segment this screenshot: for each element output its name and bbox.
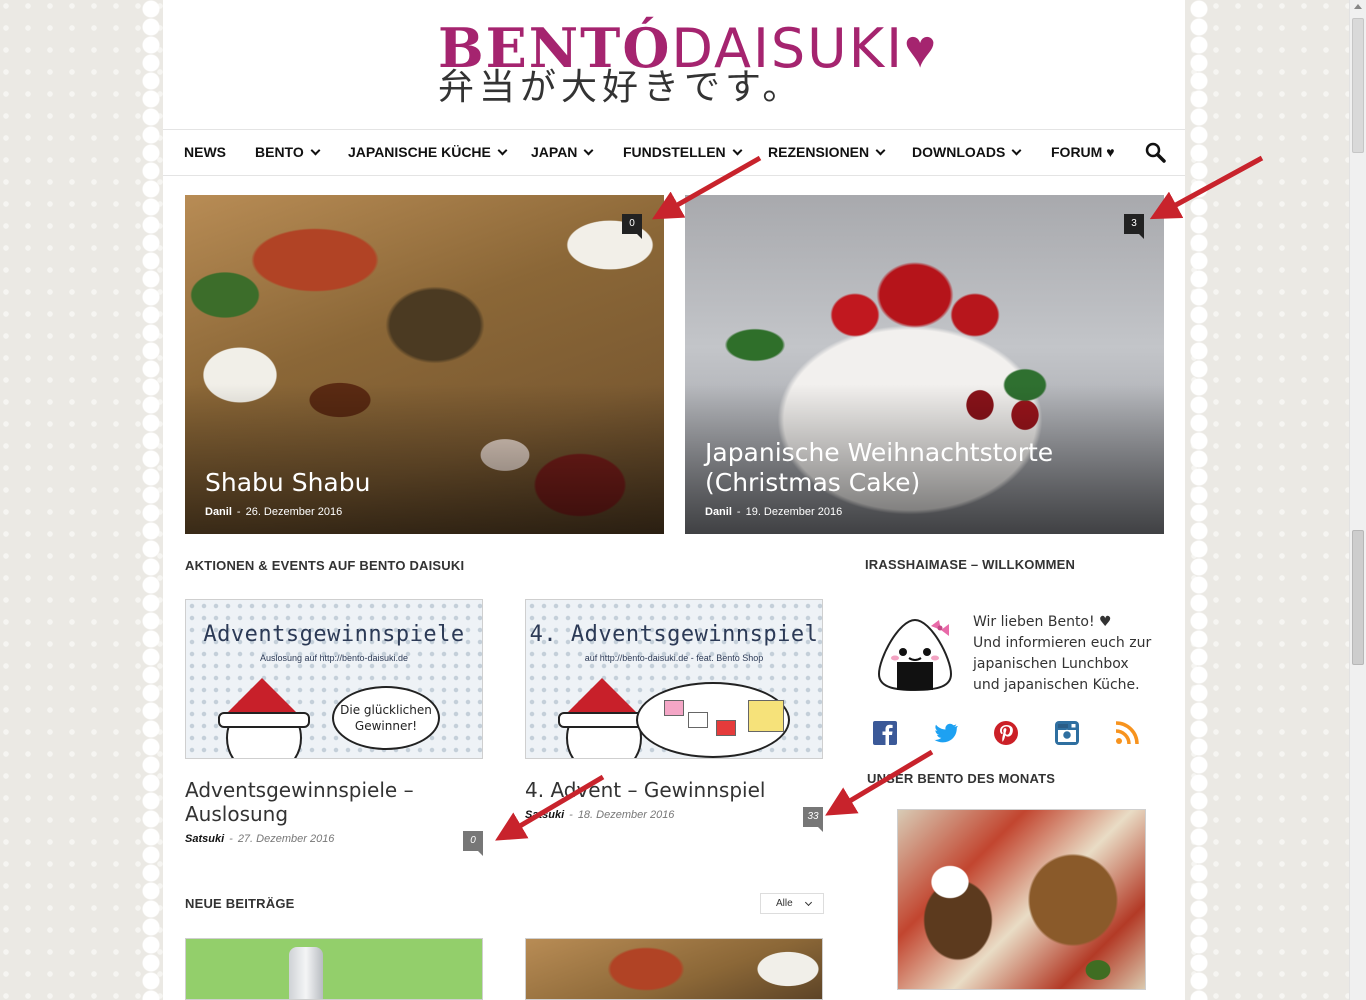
comment-count-badge[interactable]: 3 [1124,214,1144,239]
nav-japanische-kueche[interactable]: JAPANISCHE KÜCHE [348,130,508,175]
site-logo[interactable]: BENTÓDAISUKI♥ 弁当が大好きです。 [438,18,936,110]
welcome-text: Wir lieben Bento! ♥ Und informieren euch… [973,612,1173,696]
new-posts-heading: NEUE BEITRÄGE [185,896,295,911]
thumb-subheading: auf http://bento-daisuki.de - feat. Bent… [584,653,764,663]
event-thumb-auslosung[interactable]: Adventsgewinnspiele Auslosung auf http:/… [185,599,483,759]
nav-bento-label: BENTO [255,144,304,160]
comment-count: 3 [1131,218,1137,229]
gift-illustration [748,700,784,732]
chevron-down-icon [804,898,813,907]
post-author[interactable]: Danil [205,506,232,518]
page-content: BENTÓDAISUKI♥ 弁当が大好きです。 NEWS BENTO JAPAN… [163,0,1185,1000]
featured-meta: Danil -26. Dezember 2016 [205,506,342,518]
post-author[interactable]: Satsuki [185,833,224,845]
event-meta: Satsuki -18. Dezember 2016 [525,809,674,821]
nav-japanische-kueche-label: JAPANISCHE KÜCHE [348,144,491,160]
chevron-down-icon [1011,145,1022,156]
featured-post-shabu-shabu[interactable]: 0 Shabu Shabu Danil -26. Dezember 2016 [185,195,664,534]
bento-of-month-heading: UNSER BENTO DES MONATS [867,771,1056,786]
welcome-line: Und informieren euch zur [973,635,1152,651]
featured-meta: Danil -19. Dezember 2016 [705,506,842,518]
post-date: 27. Dezember 2016 [237,833,335,845]
thumb-heading: Adventsgewinnspiele [203,622,465,647]
welcome-line: und japanischen Küche. [973,677,1140,693]
thumb-heading: 4. Adventsgewinnspiel [529,622,819,647]
welcome-line: japanischen Lunchbox [973,656,1129,672]
scrollbar-thumb-top[interactable] [1352,18,1364,153]
event-meta: Satsuki -27. Dezember 2016 [185,833,334,845]
event-thumb-4-advent[interactable]: 4. Adventsgewinnspiel auf http://bento-d… [525,599,823,759]
comment-count: 33 [807,811,819,822]
chevron-down-icon [732,145,743,156]
scrollbar-thumb[interactable] [1352,530,1364,665]
santa-hat-rim [218,712,310,728]
gift-illustration [664,700,684,716]
comment-count-badge[interactable]: 0 [463,831,483,856]
event-title[interactable]: 4. Advent – Gewinnspiel [525,778,815,802]
drink-can-illustration [289,947,323,999]
meta-separator: - [236,506,241,518]
nav-bento[interactable]: BENTO [255,130,321,175]
browser-scrollbar[interactable] [1349,0,1366,1000]
pinterest-icon[interactable] [993,720,1019,746]
chevron-down-icon [875,145,886,156]
instagram-icon[interactable] [1054,720,1080,746]
events-heading: AKTIONEN & EVENTS AUF BENTO DAISUKI [185,558,465,573]
comment-count-badge[interactable]: 33 [803,807,823,832]
welcome-heading: IRASSHAIMASE – WILLKOMMEN [865,557,1076,572]
page-lace-right [1186,0,1212,1000]
nav-fundstellen[interactable]: FUNDSTELLEN [623,130,743,175]
chevron-down-icon [310,145,321,156]
post-date: 19. Dezember 2016 [745,506,843,518]
filter-label: Alle [776,898,793,909]
page-lace-left [138,0,164,1000]
scroll-up-arrow-icon[interactable] [1354,4,1362,9]
new-post-thumb-shabu[interactable] [525,938,823,1000]
post-author[interactable]: Danil [705,506,732,518]
nav-japan-label: JAPAN [531,144,578,160]
nav-forum[interactable]: FORUM ♥ [1051,130,1115,175]
nav-fundstellen-label: FUNDSTELLEN [623,144,726,160]
nav-forum-label: FORUM ♥ [1051,144,1115,160]
featured-post-christmas-cake[interactable]: 3 Japanische Weihnachtstorte (Christmas … [685,195,1164,534]
post-date: 18. Dezember 2016 [577,809,675,821]
gift-illustration [716,720,736,736]
featured-title[interactable]: Shabu Shabu [205,468,645,498]
search-icon[interactable] [1145,142,1167,164]
welcome-line: Wir lieben Bento! ♥ [973,614,1112,630]
nav-rezensionen-label: REZENSIONEN [768,144,870,160]
nav-news-label: NEWS [184,144,226,160]
post-author[interactable]: Satsuki [525,809,564,821]
facebook-icon[interactable] [872,720,898,746]
nav-japan[interactable]: JAPAN [531,130,594,175]
chevron-down-icon [497,145,508,156]
comment-count: 0 [629,218,635,229]
category-filter-select[interactable]: Alle [760,893,824,914]
comment-count-badge[interactable]: 0 [622,214,642,239]
nav-downloads[interactable]: DOWNLOADS [912,130,1022,175]
rss-icon[interactable] [1114,720,1140,746]
event-title[interactable]: Adventsgewinnspiele – Auslosung [185,778,475,826]
nav-news[interactable]: NEWS [184,130,226,175]
bento-of-month-image[interactable] [897,809,1146,990]
meta-separator: - [736,506,741,518]
nav-rezensionen[interactable]: REZENSIONEN [768,130,886,175]
logo-heart-icon: ♥ [904,19,939,79]
logo-japanese: 弁当が大好きです。 [438,67,804,108]
nav-downloads-label: DOWNLOADS [912,144,1006,160]
meta-separator: - [569,809,573,821]
meta-separator: - [229,833,233,845]
comment-count: 0 [470,835,476,846]
thumb-subheading: Auslosung auf http://bento-daisuki.de [259,653,409,663]
main-nav: NEWS BENTO JAPANISCHE KÜCHE JAPAN FUNDST… [163,129,1185,176]
gift-illustration [688,712,708,728]
post-date: 26. Dezember 2016 [245,506,343,518]
speech-bubble: Die glücklichen Gewinner! [332,686,440,750]
new-post-thumb-drink[interactable] [185,938,483,1000]
chevron-down-icon [583,145,594,156]
onigiri-mascot [873,614,957,692]
featured-title[interactable]: Japanische Weihnachtstorte (Christmas Ca… [705,438,1145,498]
twitter-icon[interactable] [933,720,959,746]
